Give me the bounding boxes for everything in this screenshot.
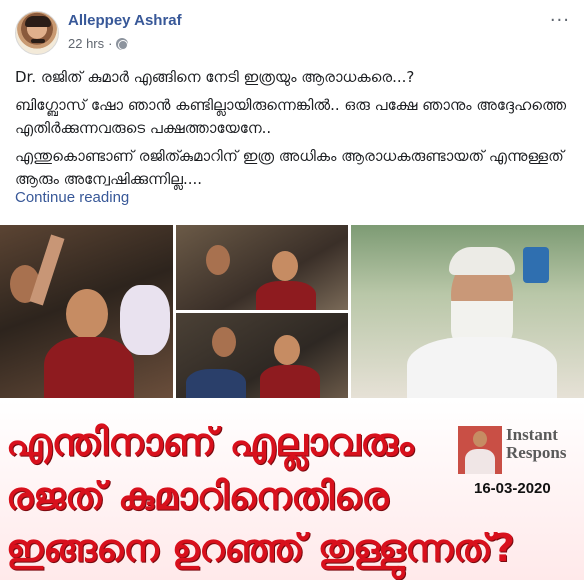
photo-crowd-bottom [176,313,348,398]
white-hair [449,247,515,275]
person-face [473,431,487,447]
person-face [272,251,298,281]
more-options-icon[interactable]: ··· [550,10,570,31]
meta-separator: · [108,36,113,51]
author-name[interactable]: Alleppey Ashraf [68,12,182,29]
person-shirt [260,365,320,398]
instant-label: Instant [506,425,558,444]
post-paragraph-2: ബിഗ്ബോസ് ഷോ ഞാൻ കണ്ടില്ലായിരുന്നെങ്കിൽ..… [15,96,567,137]
person-shirt [256,281,316,310]
water-tank [523,247,549,283]
instant-response-label: Instant Respons [506,426,566,462]
person-face [274,335,300,365]
person-shirt [44,337,134,398]
person-face [66,289,108,339]
post-time[interactable]: 22 hrs [68,36,104,51]
person-shirt [407,337,557,398]
presenter-thumbnail [458,426,502,474]
globe-icon[interactable] [116,37,129,50]
avatar-mustache [31,39,45,43]
post-meta: 22 hrs · [68,36,129,51]
headline-line-3: ഇങ്ങനെ ഉറഞ്ഞ് തുള്ളുന്നത്? [6,526,515,570]
person-shirt [186,369,246,398]
avatar-hair [25,16,51,27]
post-image[interactable]: എന്തിനാണ് എല്ലാവരും രജത് കുമാറിനെതിരെ ഇങ… [0,221,584,580]
person-face [212,327,236,357]
facebook-post: Alleppey Ashraf 22 hrs · ··· Dr. രജിത് ക… [0,0,584,580]
headline-line-2: രജത് കുമാറിനെതിരെ [6,474,389,518]
continue-reading-link[interactable]: Continue reading [15,189,129,206]
author-avatar[interactable] [15,11,59,55]
post-paragraph-1: Dr. രജിത് കുമാർ എങ്ങിനെ നേടി ഇത്രയും ആരാ… [15,68,415,86]
photo-crowd-top [176,225,348,310]
person-shirt [465,449,495,474]
headline-line-1: എന്തിനാണ് എല്ലാവരും [6,420,414,464]
image-date: 16-03-2020 [474,480,551,497]
flowers [120,285,170,355]
headline-banner: എന്തിനാണ് എല്ലാവരും രജത് കുമാറിനെതിരെ ഇങ… [0,400,584,580]
instant-response-badge: Instant Respons [458,426,584,474]
photo-crowd-left [0,225,173,398]
photo-portrait [351,225,584,398]
response-label: Respons [506,443,567,462]
person-face [206,245,230,275]
post-paragraph-3: എന്തുകൊണ്ടാണ് രജിത്കുമാറിന് ഇത്ര അധികം ആ… [15,147,564,188]
